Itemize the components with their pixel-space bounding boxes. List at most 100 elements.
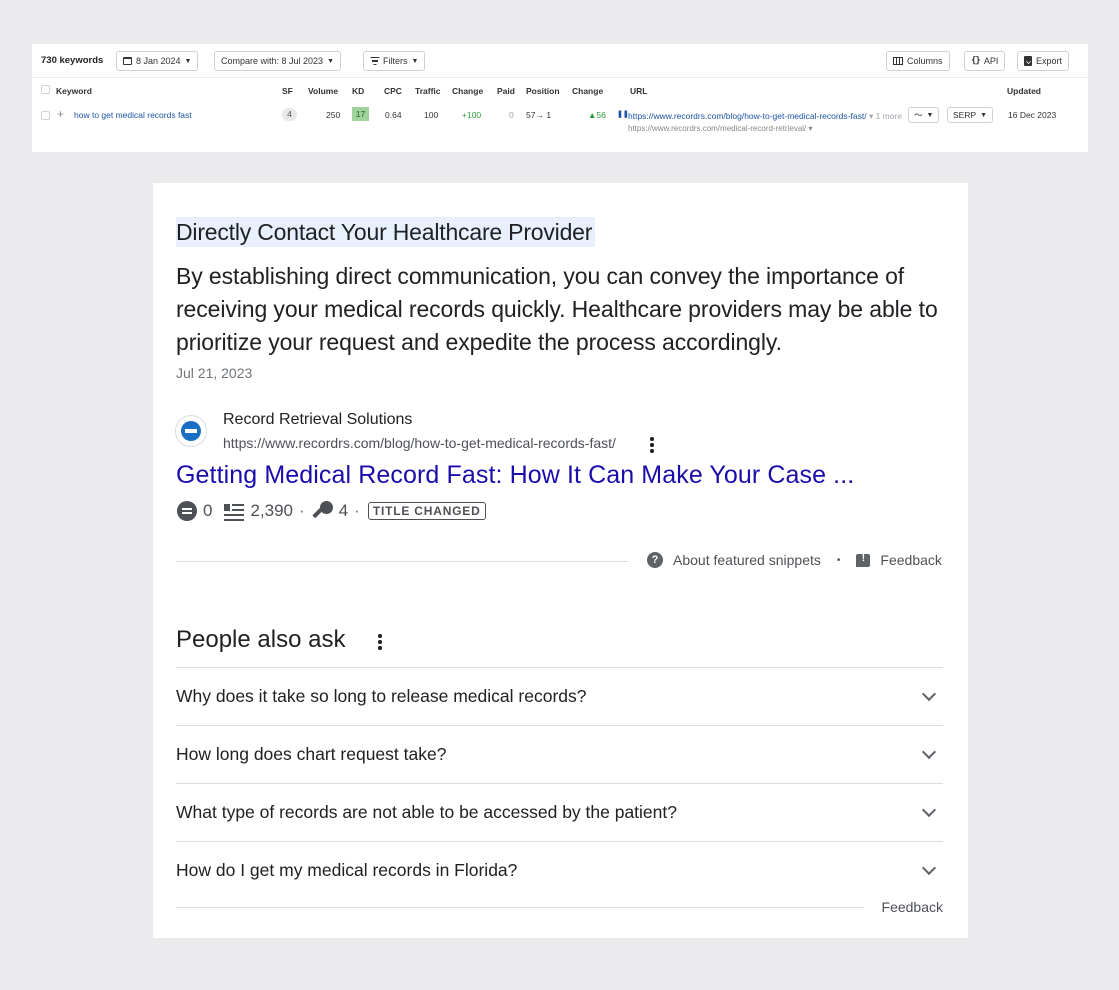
- result-title-link[interactable]: Getting Medical Record Fast: How It Can …: [176, 461, 854, 490]
- comments-count: 0: [203, 501, 213, 520]
- url-link[interactable]: https://www.recordrs.com/blog/how-to-get…: [628, 111, 867, 121]
- serp-button[interactable]: SERP ▼: [947, 107, 994, 123]
- cpc-value: 0.64: [385, 110, 402, 120]
- feedback-icon: [856, 553, 871, 567]
- chevron-down-icon: [921, 744, 937, 760]
- columns-button[interactable]: Columns: [886, 51, 950, 71]
- keywords-count: 4: [338, 501, 349, 520]
- caret-down-icon: ▼: [980, 111, 988, 119]
- paa-question[interactable]: What type of records are not able to be …: [176, 783, 943, 841]
- col-url[interactable]: URL: [630, 86, 647, 96]
- export-button[interactable]: Export: [1017, 51, 1070, 71]
- paa-title: People also ask: [176, 626, 346, 653]
- col-updated[interactable]: Updated: [1007, 86, 1041, 96]
- date-picker-button[interactable]: 8 Jan 2024 ▼: [116, 51, 199, 71]
- question-text: Why does it take so long to release medi…: [176, 686, 587, 706]
- braces-icon: {}: [971, 56, 981, 66]
- col-position-change[interactable]: Change: [572, 86, 603, 96]
- position-value: 57→ 1: [526, 110, 552, 120]
- compare-button[interactable]: Compare with: 8 Jul 2023 ▼: [214, 51, 341, 71]
- divider: [176, 561, 628, 562]
- key-icon: [311, 501, 333, 521]
- traffic-change: +100: [462, 110, 482, 120]
- col-kd[interactable]: KD: [352, 86, 364, 96]
- separator: ·: [354, 501, 360, 520]
- serp-card: Directly Contact Your Healthcare Provide…: [153, 183, 968, 938]
- paa-question[interactable]: How do I get my medical records in Flori…: [176, 841, 943, 899]
- site-favicon[interactable]: [175, 415, 207, 447]
- paa-feedback-link[interactable]: Feedback: [882, 899, 943, 915]
- table-row: + how to get medical records fast 4 250 …: [32, 100, 1088, 152]
- question-text: How long does chart request take?: [176, 744, 447, 764]
- chevron-down-icon: [921, 860, 937, 876]
- row-checkbox[interactable]: [41, 111, 50, 120]
- separator: ·: [299, 501, 305, 520]
- word-count-icon: [224, 503, 245, 520]
- col-keyword[interactable]: Keyword: [56, 86, 92, 96]
- keywords-panel: 730 keywords 8 Jan 2024 ▼ Compare with: …: [32, 44, 1088, 152]
- select-all-checkbox[interactable]: [41, 85, 50, 94]
- about-featured-snippets-link[interactable]: About featured snippets: [673, 552, 821, 568]
- snippet-icon: ❚❚: [617, 111, 629, 118]
- col-traffic[interactable]: Traffic: [415, 86, 441, 96]
- trend-icon: 〜: [914, 110, 923, 120]
- paid-value: 0: [509, 110, 514, 120]
- paa-question[interactable]: Why does it take so long to release medi…: [176, 667, 943, 725]
- paa-more-icon[interactable]: [378, 634, 382, 652]
- more-toggle[interactable]: ▾ 1 more: [869, 111, 902, 121]
- col-position[interactable]: Position: [526, 86, 560, 96]
- keyword-link[interactable]: how to get medical records fast: [74, 110, 192, 120]
- snippet-date: Jul 21, 2023: [176, 365, 253, 381]
- result-stats: 0 2,390 · 4 · TITLE CHANGED: [177, 501, 486, 521]
- kd-badge: 17: [352, 107, 369, 121]
- filters-button[interactable]: Filters ▼: [363, 51, 426, 71]
- word-count: 2,390: [250, 501, 294, 520]
- filters-label: Filters: [383, 56, 408, 66]
- caret-down-icon: ▼: [926, 111, 934, 119]
- snippet-heading: Directly Contact Your Healthcare Provide…: [176, 217, 596, 247]
- divider: [176, 907, 864, 908]
- keywords-toolbar: 730 keywords 8 Jan 2024 ▼ Compare with: …: [32, 44, 1088, 78]
- about-row: ? About featured snippets • Feedback: [647, 552, 942, 568]
- col-cpc[interactable]: CPC: [384, 86, 402, 96]
- filter-icon: [370, 57, 379, 65]
- columns-icon: [893, 57, 903, 65]
- feedback-link[interactable]: Feedback: [880, 552, 941, 568]
- site-url[interactable]: https://www.recordrs.com/blog/how-to-get…: [223, 435, 616, 451]
- sf-badge[interactable]: 4: [282, 108, 297, 121]
- col-paid[interactable]: Paid: [497, 86, 515, 96]
- snippet-text: By establishing direct communication, yo…: [176, 263, 938, 355]
- col-sf[interactable]: SF: [282, 86, 293, 96]
- caret-down-icon: ▼: [184, 57, 192, 65]
- paa-list: Why does it take so long to release medi…: [176, 667, 943, 899]
- compare-label: Compare with: 8 Jul 2023: [221, 56, 324, 66]
- export-icon: [1024, 56, 1032, 66]
- volume-value: 250: [326, 110, 341, 120]
- question-text: What type of records are not able to be …: [176, 802, 677, 822]
- keyword-count: 730 keywords: [41, 55, 104, 66]
- serp-label: SERP: [953, 110, 977, 120]
- chevron-down-icon: [921, 802, 937, 818]
- col-change[interactable]: Change: [452, 86, 483, 96]
- export-label: Export: [1036, 56, 1063, 66]
- question-text: How do I get my medical records in Flori…: [176, 860, 518, 880]
- title-changed-badge: TITLE CHANGED: [367, 502, 486, 520]
- position-change: ▲56: [588, 110, 606, 120]
- paa-question[interactable]: How long does chart request take?: [176, 725, 943, 783]
- updated-value: 16 Dec 2023: [1008, 110, 1057, 120]
- alt-url[interactable]: https://www.recordrs.com/medical-record-…: [628, 124, 806, 133]
- api-label: API: [983, 56, 999, 66]
- trend-button[interactable]: 〜 ▼: [908, 107, 940, 123]
- caret-down-icon: ▼: [327, 57, 334, 65]
- separator: •: [836, 554, 841, 566]
- api-button[interactable]: {} API: [964, 51, 1006, 71]
- caret-down-icon: ▼: [411, 57, 419, 65]
- comment-icon: [177, 501, 197, 521]
- site-name[interactable]: Record Retrieval Solutions: [223, 411, 412, 429]
- table-header: Keyword SF Volume KD CPC Traffic Change …: [32, 78, 1088, 100]
- plus-icon[interactable]: +: [57, 108, 64, 120]
- help-icon: ?: [647, 552, 663, 568]
- calendar-icon: [123, 57, 132, 65]
- more-options-icon[interactable]: [650, 437, 654, 455]
- col-volume[interactable]: Volume: [308, 86, 338, 96]
